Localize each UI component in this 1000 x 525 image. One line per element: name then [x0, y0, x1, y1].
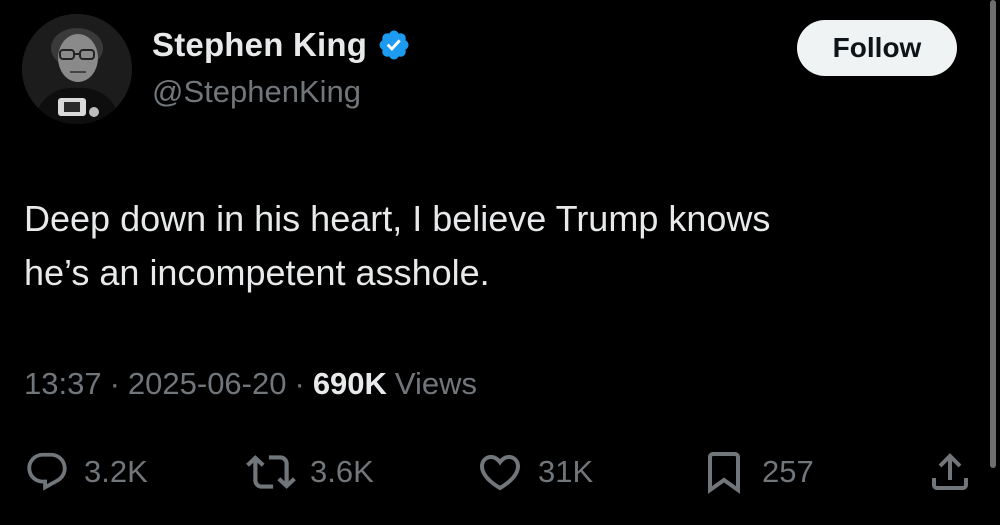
- reply-count: 3.2K: [84, 454, 148, 489]
- tweet-date[interactable]: 2025-06-20: [128, 366, 287, 402]
- heart-icon: [479, 455, 521, 491]
- follow-button[interactable]: Follow: [797, 20, 957, 76]
- scrollbar[interactable]: [990, 0, 996, 468]
- tweet-card: Stephen King @StephenKing Follow Deep do…: [0, 0, 1000, 525]
- tweet-time[interactable]: 13:37: [24, 366, 102, 402]
- views-label: Views: [394, 366, 478, 401]
- share-button[interactable]: [926, 448, 974, 496]
- avatar-photo-icon: [22, 14, 132, 124]
- meta-separator: ·: [109, 366, 120, 401]
- author-display-name[interactable]: Stephen King: [152, 26, 367, 64]
- meta-separator: ·: [294, 366, 305, 401]
- retweet-button[interactable]: 3.6K: [246, 448, 374, 496]
- tweet-meta: 13:37 · 2025-06-20 · 690K Views: [24, 366, 477, 402]
- views-count: 690K: [312, 366, 387, 401]
- like-count: 31K: [538, 454, 594, 489]
- reply-icon: [27, 452, 67, 491]
- share-icon: [932, 453, 968, 490]
- bookmark-icon: [708, 452, 740, 494]
- author-handle[interactable]: @StephenKing: [152, 74, 361, 110]
- tweet-actions: 3.2K 3.6K 31K 257: [0, 448, 1000, 496]
- retweet-icon: [246, 455, 296, 489]
- reply-button[interactable]: 3.2K: [24, 448, 148, 496]
- bookmark-count: 257: [762, 454, 814, 489]
- like-button[interactable]: 31K: [476, 448, 593, 496]
- bookmark-button[interactable]: 257: [700, 448, 814, 496]
- tweet-text: Deep down in his heart, I believe Trump …: [24, 198, 771, 293]
- verified-badge-icon[interactable]: [377, 28, 411, 62]
- retweet-count: 3.6K: [310, 454, 374, 489]
- author-name-row: Stephen King: [152, 26, 411, 64]
- avatar[interactable]: [22, 14, 132, 124]
